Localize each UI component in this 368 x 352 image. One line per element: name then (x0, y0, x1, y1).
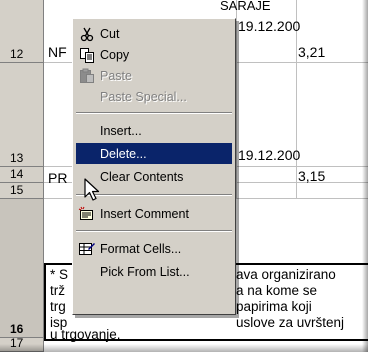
menu-item-insert-comment[interactable]: Insert Comment (76, 203, 232, 224)
row-number: 15 (10, 183, 24, 197)
comment-line-1-left: * S (50, 267, 69, 282)
menu-item-label: Copy (100, 47, 130, 62)
screenshot-shadow-right (362, 0, 368, 352)
menu-item-paste: Paste (76, 65, 232, 86)
menu-item-copy[interactable]: Copy (76, 44, 232, 65)
comment-line-4-right: uslove za uvrštenj (236, 315, 345, 330)
comment-line-1-right: ava organizirano (236, 267, 336, 282)
empty-icon-slot (76, 145, 98, 163)
insert-comment-icon (76, 205, 98, 223)
menu-item-paste-special: Paste Special... (76, 86, 232, 107)
menu-item-label: Delete... (100, 146, 147, 161)
paste-icon (76, 67, 98, 85)
comment-line-2-left: trž (50, 283, 65, 298)
comment-line-2-right: a na kome se (236, 283, 318, 298)
menu-item-pick-from-list[interactable]: Pick From List... (76, 261, 232, 282)
copy-icon (76, 46, 98, 64)
row-number: 14 (10, 167, 24, 181)
cell-label-13[interactable]: PR (48, 170, 67, 186)
cell-date-12[interactable]: 19.12.200 (238, 18, 300, 34)
cell-top-fragment[interactable]: SARAJE (220, 0, 271, 13)
comment-line-5: u trgovanje. (50, 327, 121, 342)
row-header-13[interactable]: 13 (0, 63, 44, 167)
empty-icon-slot (76, 263, 98, 281)
menu-item-label: Paste (100, 68, 132, 83)
cell-value-12[interactable]: 3,21 (298, 44, 325, 60)
empty-icon-slot (76, 122, 98, 140)
menu-item-label: Insert... (100, 123, 142, 138)
scissors-icon (76, 25, 98, 43)
comment-line-3-right: papirima koji (236, 299, 312, 314)
context-menu: Cut Copy Paste Paste Special... Insert..… (72, 18, 236, 315)
gridline (236, 0, 237, 199)
mouse-pointer-icon (84, 178, 100, 201)
row-header-12[interactable]: 12 (0, 0, 44, 63)
row-number: 13 (10, 151, 24, 165)
menu-item-delete[interactable]: Delete... (76, 143, 232, 164)
cell-label-12[interactable]: NF (48, 44, 67, 60)
screenshot-shadow-bottom (0, 344, 368, 352)
menu-item-label: Clear Contents (100, 169, 184, 184)
format-cells-icon (76, 240, 98, 258)
comment-line-3-left: trg (50, 299, 66, 314)
menu-separator (76, 112, 232, 114)
menu-item-label: Format Cells... (100, 241, 182, 256)
row-header-14[interactable]: 14 (0, 167, 44, 183)
row-header-16[interactable]: 16 (0, 199, 44, 338)
menu-separator (76, 230, 232, 232)
menu-item-label: Cut (100, 26, 120, 41)
menu-item-insert[interactable]: Insert... (76, 120, 232, 141)
row-number: 12 (10, 47, 24, 61)
excel-screenshot: 12 13 14 15 16 17 SARAJE NF 19.12.200 3,… (0, 0, 368, 352)
cell-date-13[interactable]: 19.12.200 (238, 147, 300, 163)
empty-icon-slot (76, 88, 98, 106)
menu-item-label: Insert Comment (100, 206, 189, 221)
menu-item-cut[interactable]: Cut (76, 23, 232, 44)
row-header-15[interactable]: 15 (0, 183, 44, 199)
menu-item-label: Pick From List... (100, 264, 190, 279)
row-number: 16 (10, 322, 24, 336)
menu-item-label: Paste Special... (100, 89, 187, 104)
menu-item-format-cells[interactable]: Format Cells... (76, 238, 232, 259)
cell-value-13[interactable]: 3,15 (298, 168, 325, 184)
